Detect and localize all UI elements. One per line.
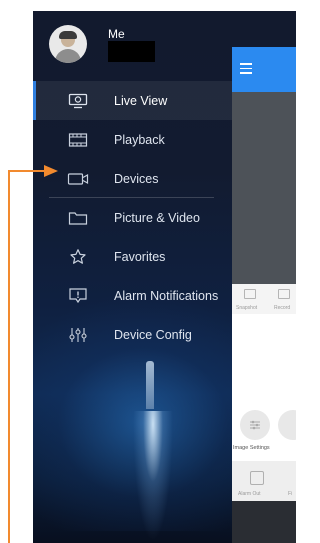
menu-label-alarm-notifications: Alarm Notifications (114, 288, 219, 303)
folder-icon (67, 207, 89, 229)
star-icon (67, 246, 89, 268)
live-view-preview-panel[interactable]: Snapshot Record Image Settings Alarm Out… (232, 47, 296, 543)
menu-label-live-view: Live View (114, 93, 168, 108)
menu-item-devices[interactable]: Devices (33, 159, 233, 198)
preview-snapshot-label: Snapshot (236, 305, 258, 311)
menu-icon[interactable] (240, 63, 252, 77)
menu-label-device-config: Device Config (114, 327, 192, 342)
preview-toolbar: Snapshot Record (232, 284, 296, 314)
background-lighthouse (146, 361, 154, 409)
camera-icon (67, 168, 89, 190)
preview-video-area (232, 92, 296, 284)
sliders-icon (67, 324, 89, 346)
live-view-icon (67, 90, 89, 112)
menu-item-picture-video[interactable]: Picture & Video (33, 198, 233, 237)
record-icon (278, 289, 290, 299)
annotation-line-horizontal (8, 170, 44, 172)
snapshot-icon (244, 289, 256, 299)
menu-item-favorites[interactable]: Favorites (33, 237, 233, 276)
alarm-out-label: Alarm Out (238, 491, 261, 497)
image-settings-label: Image Settings (233, 445, 270, 451)
profile-name: Me (108, 27, 125, 41)
menu-label-picture-video: Picture & Video (114, 210, 200, 225)
avatar[interactable] (49, 25, 87, 63)
preview-option-button[interactable] (278, 410, 296, 440)
preview-footer (232, 501, 296, 543)
image-settings-button[interactable] (240, 410, 270, 440)
background-road (133, 411, 173, 541)
alarm-out-icon (250, 471, 264, 485)
film-icon (67, 129, 89, 151)
menu-label-devices: Devices (114, 171, 159, 186)
menu-item-playback[interactable]: Playback (33, 120, 233, 159)
menu-divider (49, 197, 214, 198)
preview-record-label: Record (274, 305, 291, 311)
menu-item-live-view[interactable]: Live View (33, 81, 233, 120)
annotation-line-vertical (8, 171, 10, 543)
bottom-truncated-label: Fi (288, 491, 293, 497)
phone-screen: Me Live View Playback Devices Picture & … (33, 11, 296, 543)
menu-item-alarm-notifications[interactable]: Alarm Notifications (33, 276, 233, 315)
redacted-account (108, 41, 155, 62)
preview-content: Image Settings (232, 314, 296, 461)
side-menu: Live View Playback Devices Picture & Vid… (33, 81, 233, 354)
alarm-icon (67, 285, 89, 307)
menu-item-device-config[interactable]: Device Config (33, 315, 233, 354)
profile-header[interactable]: Me (33, 11, 233, 77)
preview-bottom-bar: Alarm Out Fi (232, 461, 296, 501)
annotation-arrow-icon (44, 165, 58, 177)
menu-label-playback: Playback (114, 132, 165, 147)
menu-label-favorites: Favorites (114, 249, 166, 264)
preview-header (232, 47, 296, 92)
